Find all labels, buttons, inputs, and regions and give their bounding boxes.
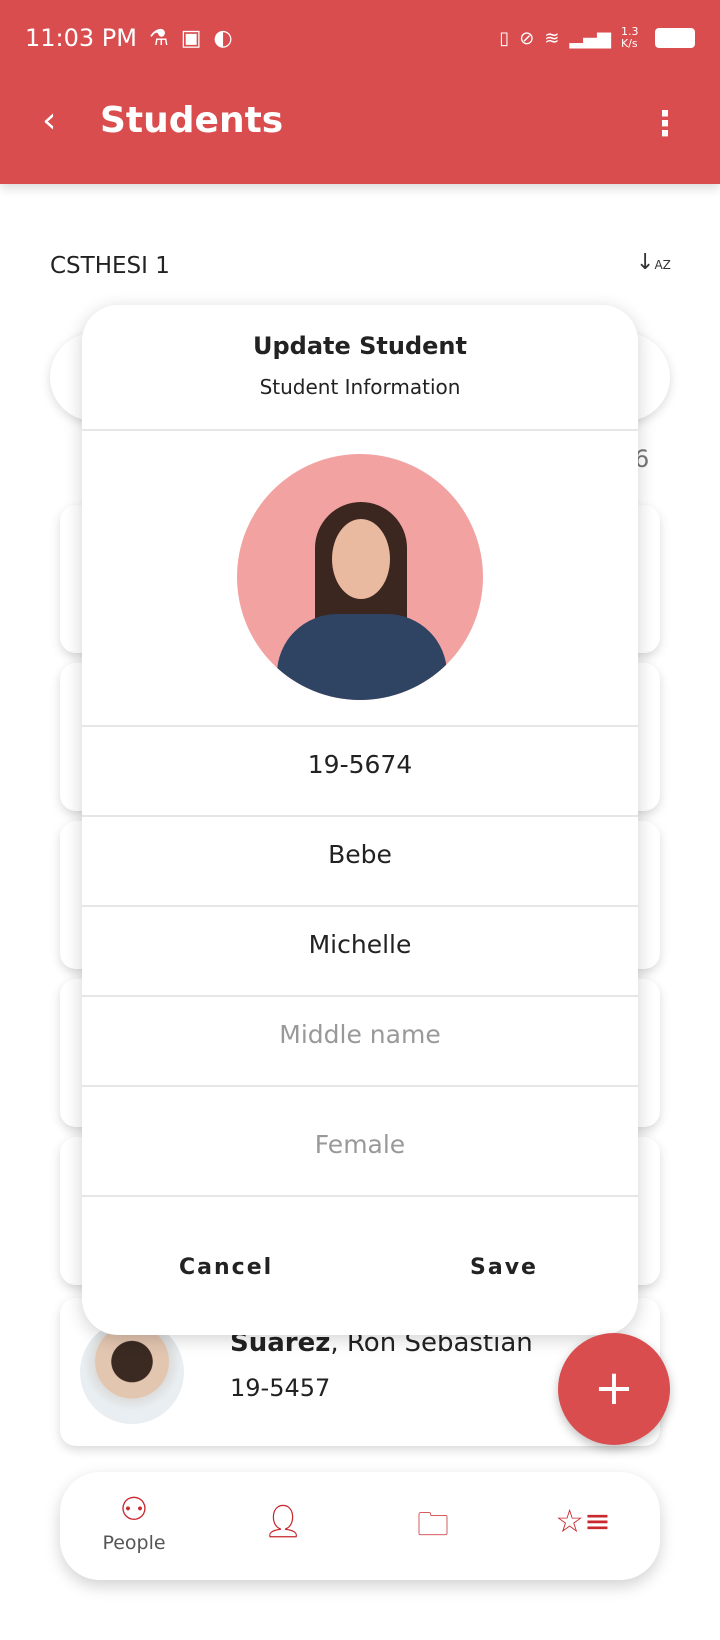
gender-select[interactable]: Female	[82, 1130, 638, 1159]
signal-icon: ▂▄▆	[569, 27, 611, 49]
divider	[82, 1195, 638, 1197]
nav-people-label: People	[102, 1532, 166, 1554]
status-bar: 11:03 PM ⚗ ▣ ◐ ▯ ⊘ ≋ ▂▄▆ 1.3 K/s	[25, 20, 695, 56]
add-student-button[interactable]: +	[558, 1333, 670, 1445]
app-notification-icon-2: ◐	[213, 25, 233, 51]
clock: 11:03 PM	[25, 24, 137, 52]
nav-ranking[interactable]: ☆≡	[523, 1502, 643, 1540]
student-id-field[interactable]: 19-5674	[82, 750, 638, 779]
nav-people[interactable]: ⚇ People	[74, 1490, 194, 1554]
net-speed: 1.3 K/s	[621, 25, 639, 50]
people-icon: ⚇	[119, 1490, 149, 1528]
folder-icon: 🗀	[416, 1505, 449, 1543]
bottom-nav: ⚇ People 👤︎ 🗀 ☆≡	[60, 1472, 660, 1580]
update-student-dialog: Update Student Student Information 19-56…	[82, 305, 638, 1335]
divider	[82, 429, 638, 431]
student-id: 19-5457	[230, 1374, 331, 1402]
page-title: Students	[100, 100, 284, 141]
flask-icon: ⚗	[148, 25, 169, 51]
dialog-subtitle: Student Information	[259, 375, 461, 399]
nav-attendance[interactable]: 👤︎	[223, 1502, 343, 1540]
first-name-field[interactable]: Michelle	[82, 930, 638, 959]
class-name: CSTHESI 1	[50, 253, 170, 279]
ranking-icon: ☆≡	[555, 1502, 611, 1540]
student-avatar	[80, 1320, 184, 1424]
divider	[82, 995, 638, 997]
dialog-title: Update Student	[252, 332, 467, 360]
student-photo[interactable]	[237, 454, 483, 700]
more-options-icon[interactable]: ⋮	[648, 104, 682, 144]
back-button[interactable]: ‹	[42, 100, 56, 141]
divider	[82, 1085, 638, 1087]
divider	[82, 725, 638, 727]
middle-name-field[interactable]: Middle name	[82, 1020, 638, 1049]
last-name-field[interactable]: Bebe	[82, 840, 638, 869]
vibrate-icon: ▯	[499, 27, 510, 49]
app-bar: 11:03 PM ⚗ ▣ ◐ ▯ ⊘ ≋ ▂▄▆ 1.3 K/s ‹ Stude…	[0, 0, 720, 184]
wifi-icon: ≋	[544, 27, 560, 49]
app-notification-icon: ▣	[180, 25, 202, 51]
sort-az-icon[interactable]: ↓AZ	[636, 250, 671, 275]
nav-files[interactable]: 🗀	[373, 1502, 493, 1556]
battery-icon	[655, 28, 695, 48]
divider	[82, 815, 638, 817]
user-check-icon: 👤︎	[262, 1502, 304, 1540]
divider	[82, 905, 638, 907]
cancel-button[interactable]: Cancel	[179, 1255, 273, 1280]
dnd-icon: ⊘	[519, 27, 535, 49]
save-button[interactable]: Save	[470, 1255, 538, 1280]
